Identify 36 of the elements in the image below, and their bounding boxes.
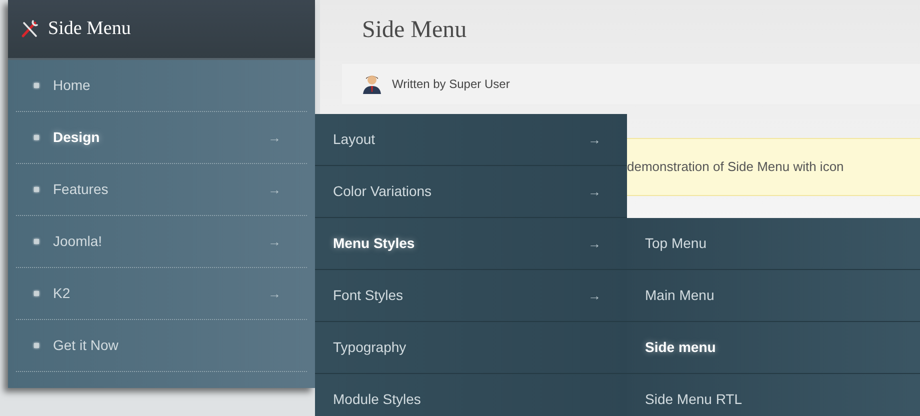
- menu-item[interactable]: Top Menu: [645, 233, 706, 254]
- menu-item[interactable]: Layout: [333, 129, 376, 150]
- menu-item[interactable]: Side Menu RTL: [645, 389, 742, 410]
- tools-icon: [20, 19, 40, 39]
- menu-item[interactable]: Font Styles: [333, 285, 404, 306]
- bullet-icon: [34, 135, 39, 140]
- menu-item[interactable]: Features: [53, 179, 108, 200]
- menu-item[interactable]: Color Variations: [333, 181, 432, 202]
- bullet-icon: [34, 83, 39, 88]
- bullet-icon: [34, 291, 39, 296]
- arrow-icon: →: [588, 286, 601, 306]
- bullet-icon: [34, 187, 39, 192]
- menu-item[interactable]: Home: [53, 75, 90, 96]
- menu-item[interactable]: K2: [53, 283, 70, 304]
- arrow-icon: →: [588, 130, 601, 150]
- menu-item[interactable]: Typography: [333, 337, 406, 358]
- menu-item[interactable]: Joomla!: [53, 231, 102, 252]
- arrow-icon: →: [588, 234, 601, 254]
- arrow-icon: →: [268, 180, 281, 200]
- menu-item[interactable]: Side menu: [645, 337, 716, 358]
- menu-item[interactable]: Design: [53, 127, 100, 148]
- arrow-icon: →: [268, 232, 281, 252]
- author-text: Written by Super User: [392, 76, 510, 93]
- arrow-icon: →: [588, 182, 601, 202]
- article-title: Side Menu: [362, 16, 468, 45]
- arrow-icon: →: [268, 284, 281, 304]
- menu-item[interactable]: Module Styles: [333, 389, 421, 410]
- arrow-icon: →: [268, 128, 281, 148]
- menu-item[interactable]: Get it Now: [53, 335, 118, 356]
- side-menu-title: Side Menu: [48, 16, 131, 41]
- notice-text: demonstration of Side Menu with icon: [627, 158, 844, 176]
- bullet-icon: [34, 239, 39, 244]
- user-icon: [362, 74, 382, 94]
- menu-item[interactable]: Main Menu: [645, 285, 714, 306]
- menu-item[interactable]: Menu Styles: [333, 233, 415, 254]
- bullet-icon: [34, 343, 39, 348]
